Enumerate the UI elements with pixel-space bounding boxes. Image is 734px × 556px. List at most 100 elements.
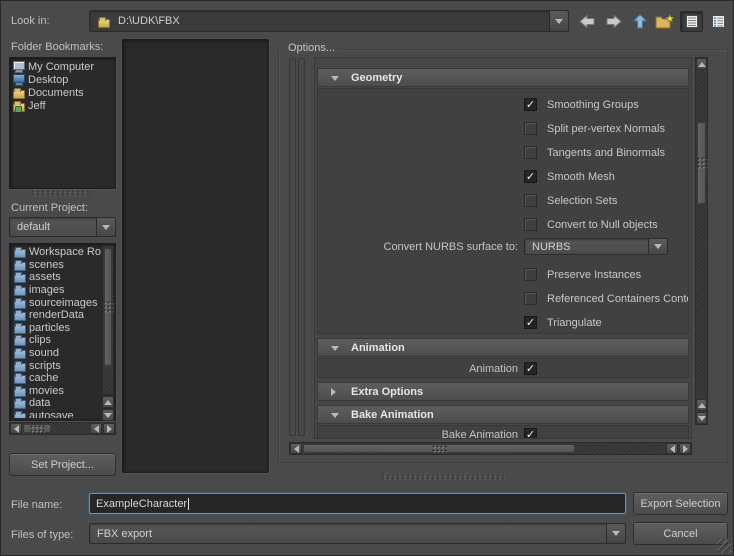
list-view-button[interactable] — [680, 11, 703, 32]
smoothing-groups-checkbox[interactable]: ✓ — [524, 98, 537, 111]
bookmark-item[interactable]: Jeff — [11, 99, 115, 112]
nurbs-dropdown-arrow[interactable] — [648, 239, 667, 254]
current-project-label: Current Project: — [11, 202, 89, 214]
set-project-button[interactable]: Set Project... — [9, 453, 116, 476]
convert-to-null-checkbox[interactable] — [524, 218, 537, 231]
project-list-vertical-scrollbar[interactable] — [102, 245, 114, 395]
file-name-value: ExampleCharacter — [96, 497, 188, 510]
project-folder-item[interactable]: cache — [12, 372, 101, 385]
project-folder-item[interactable]: scripts — [12, 359, 101, 372]
folder-label: movies — [29, 384, 64, 397]
folder-label: Workspace Ro — [29, 246, 101, 259]
options-left-strip — [298, 58, 305, 436]
scroll-down-button[interactable] — [696, 412, 707, 424]
up-directory-button[interactable] — [628, 11, 651, 32]
section-title: Extra Options — [351, 385, 424, 398]
details-view-button[interactable] — [707, 11, 730, 32]
project-folder-item[interactable]: renderData — [12, 309, 101, 322]
scrollbar-thumb[interactable] — [104, 248, 112, 366]
project-folder-item[interactable]: movies — [12, 385, 101, 398]
folder-icon — [14, 259, 26, 271]
project-folder-item[interactable]: sourceimages — [12, 296, 101, 309]
scrollbar-thumb[interactable] — [303, 444, 575, 453]
panel-splitter-handle[interactable] — [31, 190, 89, 196]
animation-section-header[interactable]: Animation — [317, 338, 689, 357]
folder-label: sound — [29, 347, 59, 360]
bookmark-item[interactable]: Documents — [11, 86, 115, 99]
new-folder-icon — [655, 13, 674, 28]
scroll-up-button[interactable] — [102, 396, 114, 408]
referenced-containers-checkbox[interactable] — [524, 292, 537, 305]
bookmark-item[interactable]: Desktop — [11, 73, 115, 86]
filetype-dropdown-arrow[interactable] — [606, 524, 625, 543]
options-title[interactable]: Options... — [284, 42, 340, 54]
scroll-left-button[interactable] — [10, 423, 22, 434]
export-selection-button[interactable]: Export Selection — [633, 492, 728, 515]
look-in-dropdown-arrow[interactable] — [549, 11, 568, 31]
folder-label: renderData — [29, 309, 85, 322]
split-per-vertex-normals-checkbox[interactable] — [524, 122, 537, 135]
option-row: Referenced Containers Content — [318, 291, 688, 307]
forward-button[interactable] — [602, 11, 625, 32]
tangents-binormals-checkbox[interactable] — [524, 146, 537, 159]
scroll-left-button[interactable] — [290, 443, 302, 454]
animation-checkbox[interactable]: ✓ — [524, 362, 537, 375]
scroll-down-button[interactable] — [102, 409, 114, 421]
project-folder-item[interactable]: clips — [12, 334, 101, 347]
details-view-icon — [712, 15, 725, 28]
project-folder-item[interactable]: scenes — [12, 259, 101, 272]
project-folder-item[interactable]: autosave — [12, 410, 101, 418]
project-folder-item[interactable]: sound — [12, 347, 101, 360]
smooth-mesh-checkbox[interactable]: ✓ — [524, 170, 537, 183]
triangulate-checkbox[interactable]: ✓ — [524, 316, 537, 329]
extra-options-section-header[interactable]: Extra Options — [317, 382, 689, 401]
preserve-instances-checkbox[interactable] — [524, 268, 537, 281]
bookmark-label: Jeff — [28, 99, 46, 112]
project-list-horizontal-scrollbar[interactable] — [9, 422, 116, 435]
selection-sets-checkbox[interactable] — [524, 194, 537, 207]
project-folder-item[interactable]: particles — [12, 322, 101, 335]
scroll-up-button[interactable] — [696, 399, 707, 411]
options-vertical-scrollbar[interactable] — [695, 57, 708, 425]
convert-nurbs-label: Convert NURBS surface to: — [383, 241, 519, 253]
project-folder-item[interactable]: assets — [12, 271, 101, 284]
triangle-left-icon — [669, 444, 675, 453]
geometry-section-header[interactable]: Geometry — [317, 68, 689, 87]
files-of-type-combobox[interactable]: FBX export — [89, 523, 626, 544]
convert-nurbs-combobox[interactable]: NURBS — [524, 238, 668, 255]
options-splitter-handle[interactable] — [381, 474, 505, 480]
file-name-input[interactable]: ExampleCharacter — [89, 493, 626, 514]
scroll-up-button[interactable] — [696, 58, 707, 70]
bake-animation-section-header[interactable]: Bake Animation — [317, 405, 689, 424]
text-caret — [188, 497, 190, 510]
project-folder-item[interactable]: data — [12, 397, 101, 410]
scroll-left-button[interactable] — [666, 443, 678, 454]
scrollbar-thumb[interactable] — [23, 424, 51, 433]
user-folder-icon — [13, 100, 25, 112]
scroll-right-button[interactable] — [103, 423, 115, 434]
folder-icon — [14, 310, 26, 322]
current-project-combobox[interactable]: default — [9, 217, 116, 237]
bookmark-label: Desktop — [28, 73, 69, 86]
project-dropdown-arrow[interactable] — [96, 218, 115, 236]
folder-bookmarks-list[interactable]: My Computer Desktop Documents Jeff — [9, 57, 116, 189]
scrollbar-thumb[interactable] — [697, 122, 706, 204]
new-folder-button[interactable] — [653, 11, 676, 32]
current-project-value: default — [17, 221, 51, 233]
project-folder-item[interactable]: images — [12, 284, 101, 297]
folder-icon — [14, 348, 26, 360]
bake-animation-checkbox[interactable]: ✓ — [524, 428, 537, 438]
scroll-right-button[interactable] — [679, 443, 691, 454]
window-resize-grip[interactable] — [717, 539, 731, 553]
options-horizontal-scrollbar[interactable] — [289, 442, 692, 455]
convert-nurbs-row: Convert NURBS surface to: NURBS — [318, 237, 688, 257]
file-list-panel[interactable] — [122, 39, 269, 473]
cancel-button[interactable]: Cancel — [633, 522, 728, 545]
bookmark-item[interactable]: My Computer — [11, 60, 115, 73]
project-folder-list[interactable]: Workspace Ro scenes assets images source… — [9, 243, 116, 421]
back-button[interactable] — [575, 11, 598, 32]
scroll-left-button[interactable] — [90, 423, 102, 434]
look-in-combobox[interactable]: D:\UDK\FBX — [89, 10, 569, 32]
project-folder-item[interactable]: Workspace Ro — [12, 246, 101, 259]
collapse-triangle-icon — [331, 346, 339, 351]
